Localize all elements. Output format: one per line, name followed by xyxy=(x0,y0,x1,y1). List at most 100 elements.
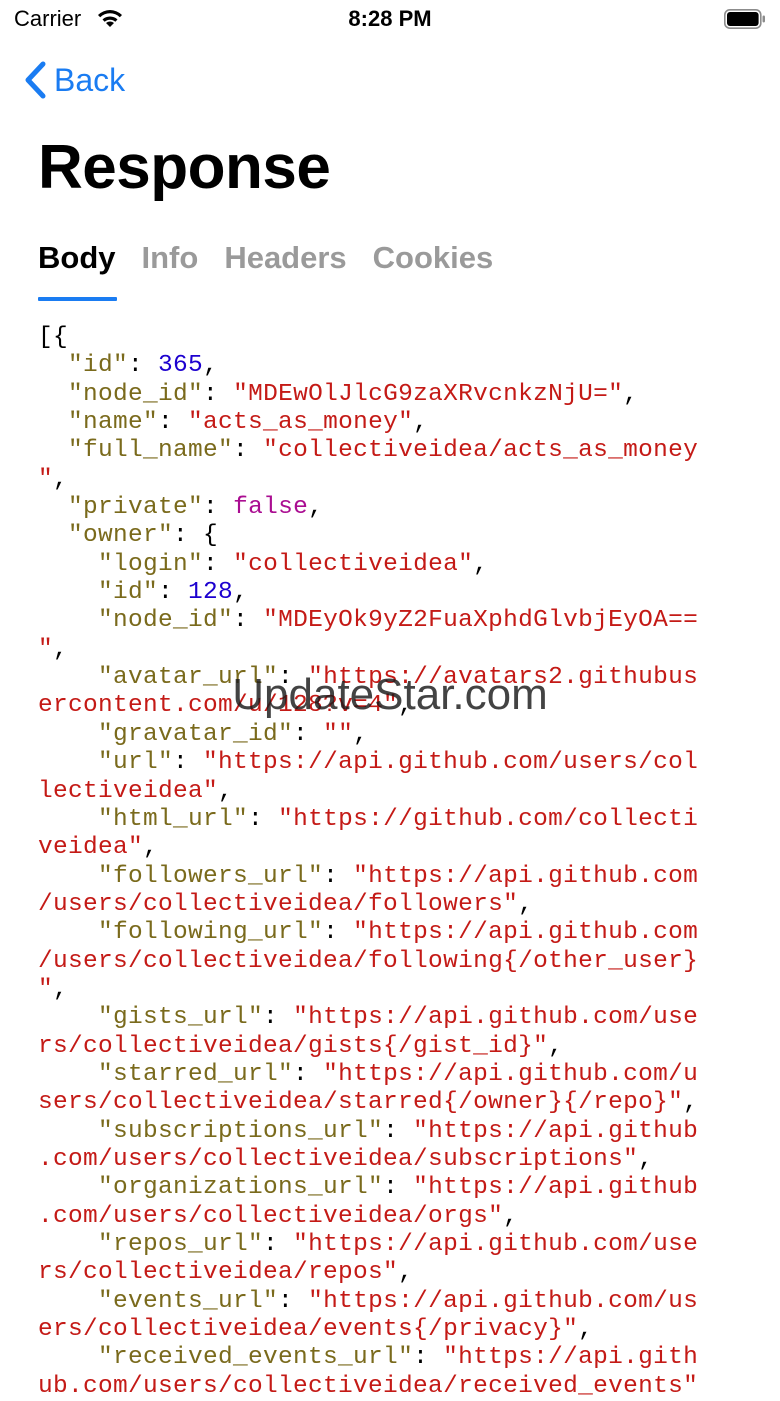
json-punct xyxy=(38,437,68,464)
status-bar: Carrier 8:28 PM xyxy=(0,0,780,40)
json-punct: , xyxy=(53,975,69,1003)
json-punct: , xyxy=(398,692,414,720)
json-punct xyxy=(38,409,68,436)
body-line: "events_url": "https://api.github.com/us xyxy=(38,1288,738,1316)
tab-cookies[interactable]: Cookies xyxy=(373,240,494,276)
json-punct: : xyxy=(203,494,234,522)
json-punct xyxy=(38,352,68,379)
body-line: /users/collectiveidea/followers", xyxy=(38,891,738,919)
json-number: 365 xyxy=(158,352,204,380)
body-line: .com/users/collectiveidea/orgs", xyxy=(38,1203,738,1231)
body-line: "private": false, xyxy=(38,494,738,522)
json-key: "owner" xyxy=(68,522,174,550)
body-line: lectiveidea", xyxy=(38,778,738,806)
json-string: "MDEwOlJlcG9zaXRvcnkzNjU=" xyxy=(233,380,624,408)
active-tab-indicator xyxy=(38,297,117,301)
json-key: "full_name" xyxy=(68,437,234,465)
json-key: "following_url" xyxy=(98,919,324,947)
json-punct: : xyxy=(293,720,324,748)
json-string: sers/collectiveidea/starred{/owner}{/rep… xyxy=(38,1089,684,1117)
json-punct xyxy=(38,579,98,606)
body-line: /users/collectiveidea/following{/other_u… xyxy=(38,948,738,976)
page-title: Response xyxy=(38,133,331,202)
json-punct: , xyxy=(473,550,489,578)
json-punct: , xyxy=(548,1032,564,1060)
json-key: "name" xyxy=(68,409,159,437)
json-key: "organizations_url" xyxy=(98,1174,384,1202)
json-punct xyxy=(38,749,98,776)
body-line: "url": "https://api.github.com/users/col xyxy=(38,749,738,777)
json-punct: , xyxy=(353,720,369,748)
body-line: ercontent.com/u/128?v=4", xyxy=(38,692,738,720)
json-string: "https://api.github.com/use xyxy=(293,1004,699,1032)
body-line: "id": 128, xyxy=(38,579,738,607)
json-punct: , xyxy=(518,890,534,918)
response-body: [{ "id": 365, "node_id": "MDEwOlJlcG9zaX… xyxy=(38,324,738,1401)
body-line: ers/collectiveidea/events{/privacy}", xyxy=(38,1316,738,1344)
json-punct: : xyxy=(128,352,159,380)
json-string: "https://api.github.com xyxy=(353,919,699,947)
body-line: [{ xyxy=(38,324,738,352)
body-line: "node_id": "MDEwOlJlcG9zaXRvcnkzNjU=", xyxy=(38,381,738,409)
json-punct: : xyxy=(158,579,189,607)
json-punct xyxy=(38,494,68,521)
body-line: "name": "acts_as_money", xyxy=(38,409,738,437)
json-punct: , xyxy=(413,409,429,437)
json-punct xyxy=(38,1118,98,1145)
json-key: "id" xyxy=(68,352,129,380)
body-line: "subscriptions_url": "https://api.github xyxy=(38,1118,738,1146)
json-string: "" xyxy=(323,720,354,748)
json-string: "https://avatars2.githubus xyxy=(308,664,699,692)
json-punct: , xyxy=(53,635,69,663)
body-line: .com/users/collectiveidea/subscriptions"… xyxy=(38,1146,738,1174)
json-punct: : xyxy=(383,1117,414,1145)
json-key: "repos_url" xyxy=(98,1231,264,1258)
json-punct: : xyxy=(323,919,354,947)
back-button[interactable]: Back xyxy=(22,58,125,102)
body-line: "followers_url": "https://api.github.com xyxy=(38,863,738,891)
json-string: " xyxy=(38,635,54,663)
json-string: " xyxy=(38,465,54,493)
json-string: "acts_as_money" xyxy=(188,409,414,437)
json-string: .com/users/collectiveidea/subscriptions" xyxy=(38,1145,639,1173)
json-punct: , xyxy=(53,465,69,493)
json-string: lectiveidea" xyxy=(38,777,219,805)
json-punct: : xyxy=(263,1004,294,1032)
json-string: "https://api.github xyxy=(413,1174,699,1202)
json-punct xyxy=(38,863,98,890)
json-string: "collectiveidea/acts_as_money xyxy=(263,437,699,465)
tab-body[interactable]: Body xyxy=(38,240,116,276)
json-string: "https://api.github xyxy=(413,1117,699,1145)
json-punct: : xyxy=(203,550,234,578)
json-punct xyxy=(38,1004,98,1031)
json-punct xyxy=(38,1344,98,1371)
json-punct: , xyxy=(578,1316,594,1344)
json-punct xyxy=(38,721,98,748)
json-punct xyxy=(38,919,98,946)
json-punct: : xyxy=(383,1174,414,1202)
json-punct: : { xyxy=(173,522,219,550)
json-string: .com/users/collectiveidea/orgs" xyxy=(38,1202,504,1230)
json-key: "node_id" xyxy=(98,607,234,635)
json-key: "private" xyxy=(68,494,204,522)
tab-info[interactable]: Info xyxy=(142,240,199,276)
json-string: "https://api.github.com/u xyxy=(323,1060,699,1088)
json-punct: , xyxy=(308,494,324,522)
json-string: "https://api.github.com xyxy=(353,862,699,890)
json-punct xyxy=(38,607,98,634)
tab-headers[interactable]: Headers xyxy=(224,240,346,276)
body-line: ", xyxy=(38,976,738,1004)
json-punct: : xyxy=(173,749,204,777)
body-line: "avatar_url": "https://avatars2.githubus xyxy=(38,664,738,692)
json-key: "gravatar_id" xyxy=(98,720,294,748)
json-string: "MDEyOk9yZ2FuaXphdGlvbjEyOA== xyxy=(263,607,699,635)
json-string: ercontent.com/u/128?v=4" xyxy=(38,692,399,720)
json-punct: : xyxy=(278,664,309,692)
json-key: "login" xyxy=(98,550,204,578)
body-line: "node_id": "MDEyOk9yZ2FuaXphdGlvbjEyOA== xyxy=(38,607,738,635)
json-punct xyxy=(38,664,98,691)
body-line: rs/collectiveidea/gists{/gist_id}", xyxy=(38,1033,738,1061)
json-string: ers/collectiveidea/events{/privacy}" xyxy=(38,1316,579,1344)
json-punct: , xyxy=(233,579,249,607)
body-line: ", xyxy=(38,466,738,494)
